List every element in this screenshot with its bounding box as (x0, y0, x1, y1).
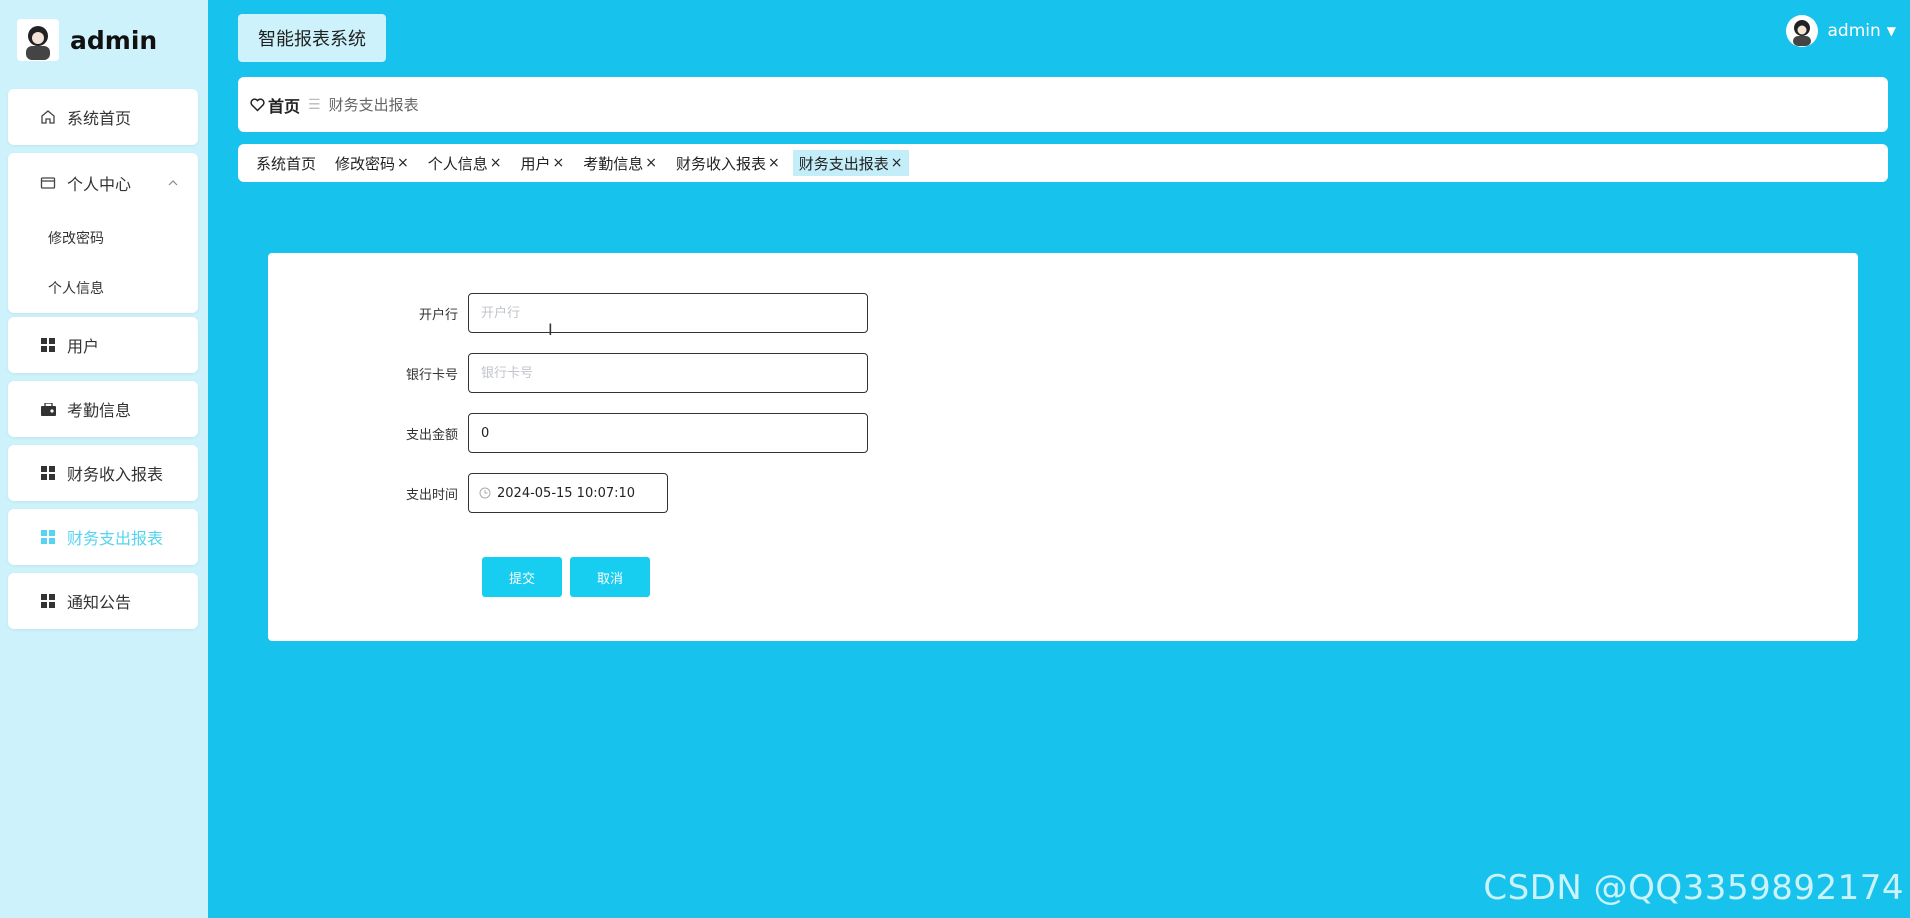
tag-income-report[interactable]: 财务收入报表 × (670, 150, 786, 176)
user-menu[interactable]: admin ▼ (1786, 14, 1896, 48)
sidebar-card-notice: 通知公告 (8, 573, 198, 629)
sidebar-card-expense: 财务支出报表 (8, 509, 198, 565)
form-row-bank: 开户行 (268, 293, 868, 333)
avatar (17, 19, 59, 61)
form-row-card: 银行卡号 (268, 353, 868, 393)
close-icon[interactable]: × (553, 155, 565, 171)
sidebar-item-home[interactable]: 系统首页 (8, 89, 198, 145)
watermark: CSDN @QQ3359892174 (1483, 868, 1904, 908)
sidebar-username: admin (70, 25, 158, 55)
sidebar-item-label: 系统首页 (67, 109, 132, 128)
amount-label: 支出金额 (405, 427, 458, 443)
amount-input[interactable] (468, 413, 868, 453)
bank-label: 开户行 (418, 307, 458, 323)
form-row-time: 支出时间 2024-05-15 10:07:10 (268, 473, 668, 513)
tag-change-password[interactable]: 修改密码 × (329, 150, 415, 176)
caret-down-icon: ▼ (1886, 24, 1896, 38)
sidebar-item-label: 通知公告 (67, 593, 132, 612)
wallet-icon (40, 175, 56, 191)
avatar (1786, 15, 1819, 47)
grid-icon (40, 593, 56, 609)
submit-button[interactable]: 提交 (482, 557, 562, 597)
tag-home[interactable]: 系统首页 (250, 150, 322, 176)
grid-icon (40, 337, 56, 353)
tag-attendance[interactable]: 考勤信息 × (577, 150, 663, 176)
system-title: 智能报表系统 (238, 14, 386, 62)
sidebar-item-notice[interactable]: 通知公告 (8, 573, 198, 629)
sidebar-item-label: 个人中心 (67, 175, 132, 194)
sidebar-card-users: 用户 (8, 317, 198, 373)
chevron-up-icon (168, 173, 178, 192)
sidebar-item-label: 考勤信息 (67, 401, 132, 420)
tag-bar: 系统首页 修改密码 × 个人信息 × 用户 × 考勤信息 × 财务收入报表 × … (238, 144, 1888, 182)
card-number-input[interactable] (468, 353, 868, 393)
sidebar-item-label: 财务收入报表 (67, 465, 164, 484)
sidebar-item-label: 用户 (67, 337, 100, 356)
tag-label: 考勤信息 (583, 154, 644, 173)
sidebar-item-personal[interactable]: 个人中心 (8, 153, 198, 213)
expense-form-panel: 开户行 银行卡号 支出金额 支出时间 2024-05-15 10:07:10 提… (268, 253, 1858, 641)
sidebar-item-users[interactable]: 用户 (8, 317, 198, 373)
sidebar-item-income-report[interactable]: 财务收入报表 (8, 445, 198, 501)
sidebar-subitem-profile[interactable]: 个人信息 (8, 263, 198, 313)
text-cursor-icon: I (548, 320, 553, 339)
time-value: 2024-05-15 10:07:10 (497, 485, 636, 501)
sidebar-item-expense-report[interactable]: 财务支出报表 (8, 509, 198, 565)
sidebar-subitem-change-password[interactable]: 修改密码 (8, 213, 198, 263)
card-number-label: 银行卡号 (405, 367, 458, 383)
heart-icon (250, 97, 265, 112)
tag-profile[interactable]: 个人信息 × (422, 150, 508, 176)
breadcrumb-home[interactable]: 首页 (250, 93, 300, 117)
tag-label: 系统首页 (256, 154, 317, 173)
header-username: admin (1827, 21, 1881, 41)
time-label: 支出时间 (405, 487, 458, 503)
briefcase-icon (40, 401, 56, 417)
sidebar-card-attendance: 考勤信息 (8, 381, 198, 437)
sidebar-item-attendance[interactable]: 考勤信息 (8, 381, 198, 437)
clock-icon (479, 487, 491, 499)
grid-icon (40, 529, 56, 545)
breadcrumb-home-label: 首页 (268, 96, 301, 116)
cancel-button[interactable]: 取消 (570, 557, 650, 597)
close-icon[interactable]: × (891, 155, 903, 171)
sidebar-card-income: 财务收入报表 (8, 445, 198, 501)
close-icon[interactable]: × (645, 155, 657, 171)
tag-label: 修改密码 (335, 154, 396, 173)
tag-expense-report[interactable]: 财务支出报表 × (792, 150, 909, 176)
tag-label: 个人信息 (427, 154, 488, 173)
home-icon (40, 109, 56, 125)
breadcrumb-current: 财务支出报表 (328, 96, 419, 114)
close-icon[interactable]: × (768, 155, 780, 171)
sidebar-card-personal: 个人中心 修改密码 个人信息 (8, 153, 198, 313)
close-icon[interactable]: × (397, 155, 409, 171)
tag-label: 财务支出报表 (798, 154, 889, 173)
sidebar: admin 系统首页 个人中心 修改密码 个人信息 用户 考勤信息 财务收入报表… (0, 0, 208, 918)
time-picker[interactable]: 2024-05-15 10:07:10 (468, 473, 668, 513)
bank-input[interactable] (468, 293, 868, 333)
form-row-amount: 支出金额 (268, 413, 868, 453)
sidebar-item-label: 财务支出报表 (67, 529, 164, 548)
tag-users[interactable]: 用户 × (515, 150, 571, 176)
grid-icon (40, 465, 56, 481)
brand: admin (17, 17, 157, 63)
breadcrumb: 首页 ☰ 财务支出报表 (238, 77, 1888, 132)
breadcrumb-separator-icon: ☰ (308, 96, 321, 113)
close-icon[interactable]: × (490, 155, 502, 171)
tag-label: 财务收入报表 (676, 154, 767, 173)
tag-label: 用户 (520, 154, 551, 173)
sidebar-card-home: 系统首页 (8, 89, 198, 145)
